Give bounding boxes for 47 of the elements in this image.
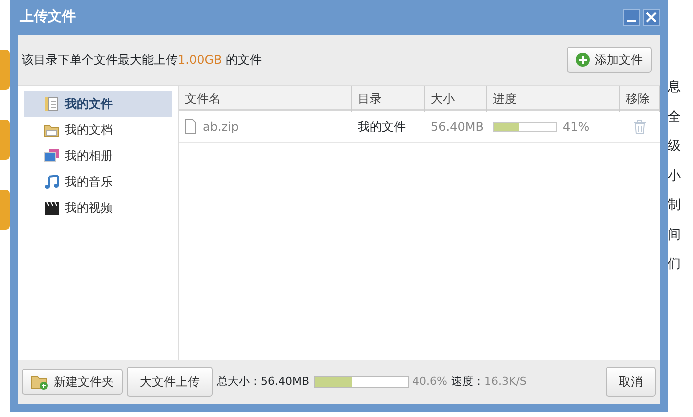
total-size-value: 56.40MB (261, 374, 310, 390)
background-icon (0, 120, 10, 160)
add-file-button[interactable]: 添加文件 (567, 47, 652, 73)
clapperboard-icon (44, 200, 60, 216)
sidebar-item[interactable]: 我的文件 (24, 91, 172, 117)
column-header: 进度 (487, 86, 620, 112)
progress-percent: 41% (563, 118, 590, 136)
column-header: 文件名 (179, 86, 352, 112)
sidebar-item[interactable]: 我的音乐 (24, 169, 172, 195)
background-text: 息 (668, 79, 682, 97)
background-text: 制 (668, 197, 682, 215)
column-header: 移除 (620, 86, 660, 112)
total-percent: 40.6% (412, 374, 448, 390)
column-header: 目录 (352, 86, 425, 112)
background-text: 间 (668, 226, 682, 244)
upload-limit-notice: 该目录下单个文件最大能上传1.00GB 的文件 (22, 52, 262, 69)
background-text: 全 (668, 108, 682, 126)
cancel-button[interactable]: 取消 (606, 367, 656, 397)
minimize-icon (627, 20, 636, 22)
plus-icon (576, 53, 590, 67)
background-text: 们 (668, 256, 682, 274)
size-cell-text: 56.40MB (430, 118, 485, 136)
sidebar-item[interactable]: 我的视频 (24, 195, 172, 221)
folder-add-icon (31, 374, 49, 390)
pictures-icon (44, 148, 60, 164)
minimize-button[interactable] (623, 9, 640, 26)
speed-label: 速度： (451, 374, 484, 390)
speed-value: 16.3K/S (484, 374, 527, 390)
file-name: ab.zip (203, 118, 240, 136)
background-text: 级 (668, 138, 682, 156)
file-icon (185, 118, 197, 134)
music-note-icon (44, 174, 60, 190)
background-text: 小 (668, 168, 682, 186)
large-upload-button[interactable]: 大文件上传 (127, 367, 213, 397)
background-icon (0, 190, 10, 230)
sidebar-item[interactable]: 我的相册 (24, 143, 172, 169)
close-icon (646, 12, 657, 23)
window-title: 上传文件 (20, 8, 76, 27)
column-header: 大小 (425, 86, 487, 112)
total-size-label: 总大小： (217, 374, 261, 390)
new-folder-button[interactable]: 新建文件夹 (22, 369, 123, 395)
sidebar-item[interactable]: 我的文档 (24, 117, 172, 143)
folder-cell-text: 我的文件 (357, 118, 407, 136)
background-icon (0, 50, 10, 90)
close-button[interactable] (643, 9, 660, 26)
trash-icon (634, 120, 646, 135)
document-icon (44, 96, 60, 112)
